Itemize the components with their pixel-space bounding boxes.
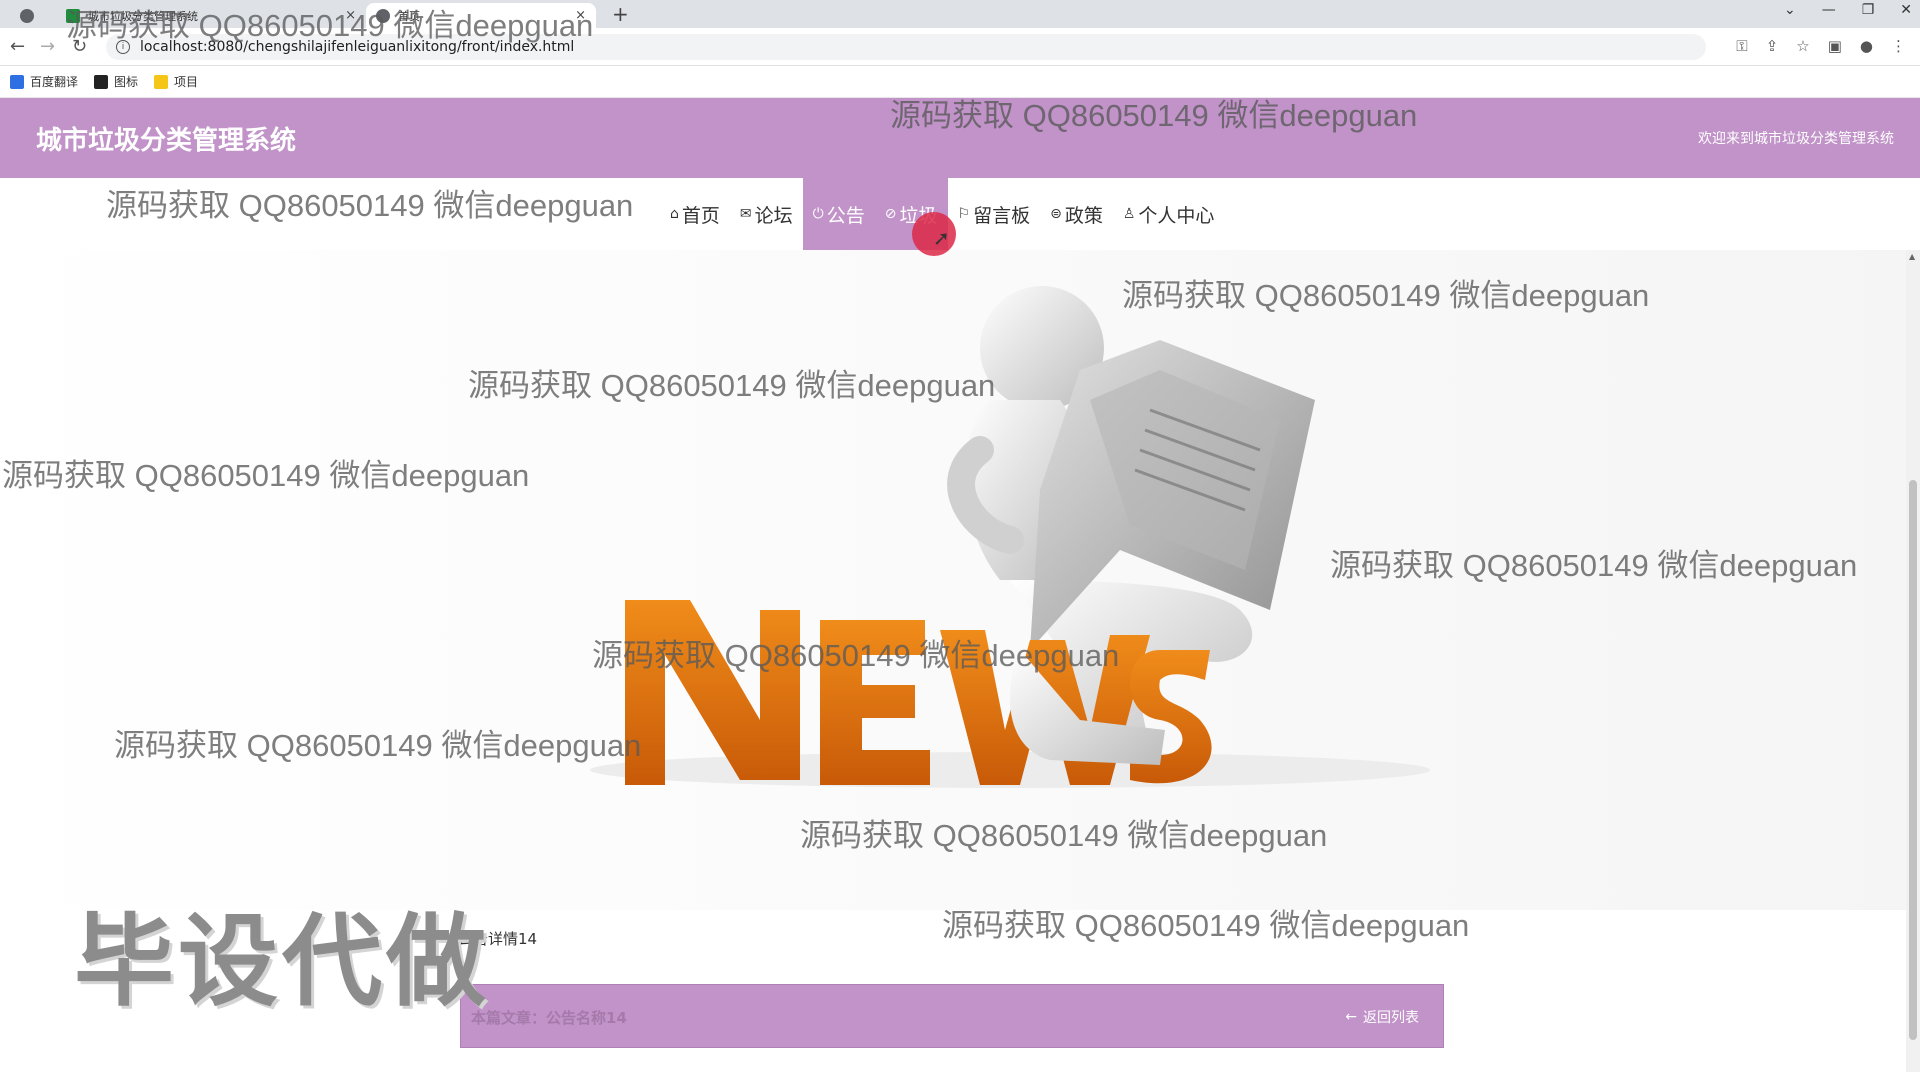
welcome-text: 欢迎来到城市垃圾分类管理系统 [1698, 131, 1894, 147]
back-arrow-icon[interactable]: ← [10, 36, 25, 57]
bookmarks-bar: 百度翻译 图标 项目 [0, 66, 1920, 98]
user-icon: ♙ [1122, 206, 1136, 222]
image-icon [94, 74, 109, 89]
nav-item-1[interactable]: ✉ 论坛 [730, 178, 803, 250]
back-to-list-label: 返回列表 [1363, 1010, 1419, 1026]
share-icon[interactable]: ⇪ [1766, 37, 1779, 55]
nav-item-5[interactable]: ⊜ 政策 [1040, 178, 1113, 250]
restore-icon[interactable]: ❐ [1862, 2, 1875, 18]
page-scrollbar[interactable]: ▲ [1906, 250, 1920, 1072]
globe-icon [20, 8, 34, 23]
policy-icon: ⊜ [1050, 206, 1062, 222]
scroll-up-icon[interactable]: ▲ [1909, 252, 1915, 261]
nav-item-label: 政策 [1064, 204, 1103, 227]
translate-icon [10, 74, 24, 89]
reload-icon[interactable]: ↻ [72, 36, 87, 57]
flag-icon: ⚐ [957, 206, 971, 222]
forum-icon: ✉ [739, 206, 752, 222]
url-text: localhost:8080/chengshilajifenleiguanlix… [140, 39, 575, 55]
nav-item-2[interactable]: ⏻ 公告 [802, 178, 875, 250]
nav-item-6[interactable]: ♙ 个人中心 [1113, 178, 1225, 250]
app-favicon-icon [66, 8, 80, 23]
close-window-icon[interactable]: ✕ [1900, 2, 1912, 18]
nav-item-label: 论坛 [754, 204, 793, 227]
notice-icon: ⏻ [812, 206, 824, 222]
tab-search-icon[interactable]: ⌄ [1784, 2, 1796, 18]
bookmark-item[interactable]: 图标 [94, 73, 138, 90]
news-illustration [590, 286, 1430, 788]
bookmark-item[interactable]: 项目 [154, 73, 198, 90]
site-info-icon[interactable]: i [116, 40, 130, 54]
mouse-cursor-icon: ➚ [933, 226, 950, 250]
address-bar[interactable]: i localhost:8080/chengshilajifenleiguanl… [106, 34, 1706, 60]
profile-icon[interactable]: ● [1860, 37, 1873, 55]
news-banner [0, 250, 1920, 910]
globe-icon [376, 8, 390, 23]
forward-arrow-icon[interactable]: → [40, 36, 55, 57]
new-tab-button[interactable]: + [612, 2, 629, 26]
home-icon: ⌂ [670, 206, 679, 222]
nav-item-4[interactable]: ⚐ 留言板 [948, 178, 1041, 250]
watermark-stamp: 毕设代做 [74, 903, 490, 1020]
window-controls: ⌄ — ❐ ✕ [1784, 2, 1912, 18]
close-icon[interactable]: × [575, 8, 586, 23]
scrollbar-thumb[interactable] [1909, 480, 1917, 1040]
browser-tabstrip: 城市垃圾分类管理系统 × 首页 × + ⌄ — ❐ ✕ [0, 0, 1920, 28]
browser-toolbar: ← → ↻ i localhost:8080/chengshilajifenle… [0, 28, 1920, 66]
browser-tab-1[interactable]: 城市垃圾分类管理系统 × [56, 3, 366, 28]
tab-title: 城市垃圾分类管理系统 [88, 9, 198, 23]
bookmark-item[interactable]: 百度翻译 [10, 73, 78, 90]
garbage-icon: ⊘ [884, 206, 897, 222]
tab-title: 首页 [398, 9, 420, 23]
article-bar: 本篇文章：公告名称14 ← 返回列表 [460, 984, 1444, 1048]
nav-item-label: 公告 [826, 204, 865, 227]
nav-item-label: 首页 [681, 204, 720, 227]
back-to-list-button[interactable]: ← 返回列表 [1345, 1007, 1419, 1027]
close-icon[interactable]: × [345, 8, 356, 23]
menu-icon[interactable]: ⋮ [1891, 37, 1906, 55]
site-header: 城市垃圾分类管理系统 欢迎来到城市垃圾分类管理系统 [0, 98, 1920, 178]
nav-item-label: 留言板 [973, 204, 1031, 227]
arrow-left-icon: ← [1345, 1009, 1357, 1025]
browser-tab-0[interactable] [10, 3, 50, 28]
browser-tab-2[interactable]: 首页 × [366, 3, 596, 28]
toolbar-actions: ⚿ ⇪ ☆ ▣ ● ⋮ [1736, 37, 1906, 55]
nav-item-0[interactable]: ⌂ 首页 [660, 178, 730, 250]
article-title: 本篇文章：公告名称14 [471, 1009, 627, 1027]
folder-icon [154, 74, 169, 89]
star-icon[interactable]: ☆ [1796, 37, 1809, 55]
minimize-icon[interactable]: — [1822, 2, 1836, 18]
key-icon[interactable]: ⚿ [1736, 37, 1747, 55]
main-nav: ⌂ 首页 ✉ 论坛 ⏻ 公告 ⊘ 垃圾 ⚐ 留言板 ⊜ 政策 ♙ 个人中心 [0, 178, 1920, 250]
site-title: 城市垃圾分类管理系统 [36, 126, 297, 156]
nav-item-label: 个人中心 [1138, 204, 1215, 227]
sidepanel-icon[interactable]: ▣ [1828, 37, 1842, 55]
